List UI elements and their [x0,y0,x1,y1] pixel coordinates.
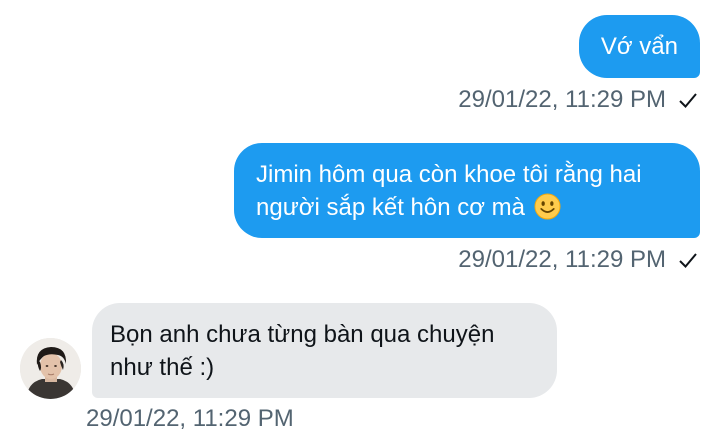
check-icon [679,253,697,268]
message-meta: 29/01/22, 11:29 PM [458,86,698,114]
chat-conversation: Vớ vẩn 29/01/22, 11:29 PM Jimin hôm qua … [0,0,720,445]
outgoing-message-bubble[interactable]: Jimin hôm qua còn khoe tôi rằng hai ngườ… [234,143,700,238]
message-text: Vớ vẩn [600,33,678,60]
message-text: Jimin hôm qua còn khoe tôi rằng hai ngườ… [256,161,642,221]
user-avatar[interactable] [20,338,81,399]
message-timestamp: 29/01/22, 11:29 PM [86,405,294,432]
check-icon [679,93,697,108]
message-timestamp: 29/01/22, 11:29 PM [458,246,666,273]
message-text: Bọn anh chưa từng bàn qua chuyện như thế… [110,321,495,381]
outgoing-message-bubble[interactable]: Vớ vẩn [578,15,700,78]
message-meta: 29/01/22, 11:29 PM [86,405,294,433]
message-meta: 29/01/22, 11:29 PM [458,246,698,274]
message-timestamp: 29/01/22, 11:29 PM [458,86,666,113]
avatar-photo [20,338,81,399]
incoming-message-bubble[interactable]: Bọn anh chưa từng bàn qua chuyện như thế… [92,303,557,398]
slightly-smiling-face-emoji [534,193,561,220]
